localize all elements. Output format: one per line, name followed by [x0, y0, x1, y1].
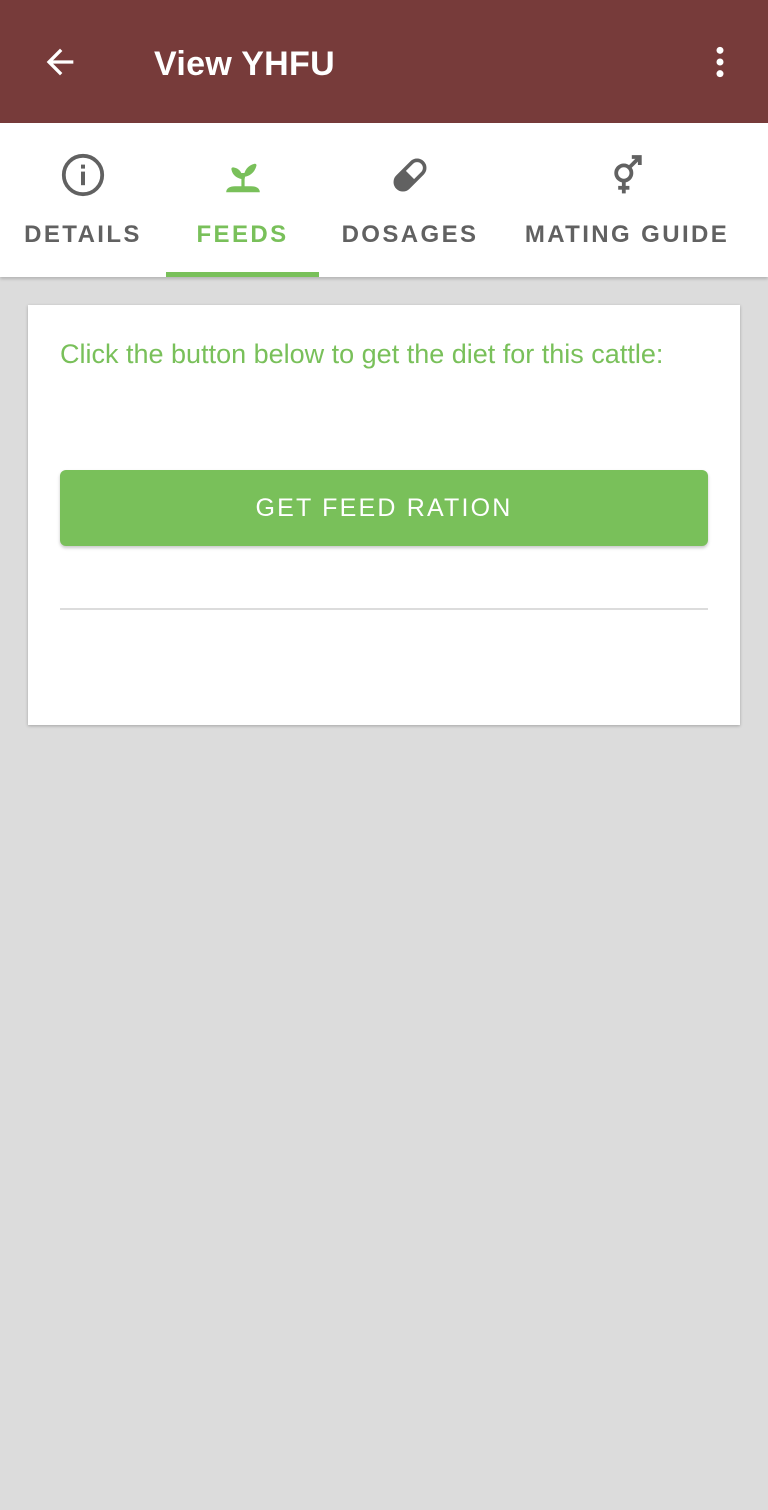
card-divider: [60, 608, 708, 610]
more-vert-icon: [716, 46, 724, 78]
tab-feeds-label: FEEDS: [196, 221, 289, 248]
page-title: View YHFU: [154, 45, 335, 83]
app-root: View YHFU DETAILS FEEDS DOSAGES MATING G…: [0, 0, 768, 1510]
pill-icon: [393, 158, 427, 192]
feed-prompt-text: Click the button below to get the diet f…: [60, 339, 664, 369]
feed-card: Click the button below to get the diet f…: [28, 305, 740, 725]
arrow-back-icon: [46, 48, 74, 76]
gender-icon: [614, 155, 642, 194]
tab-mating-guide-label: MATING GUIDE: [524, 221, 730, 248]
get-feed-ration-button[interactable]: GET FEED RATION: [60, 470, 708, 546]
back-button[interactable]: [28, 30, 92, 94]
tab-feeds[interactable]: FEEDS: [166, 123, 319, 277]
sprout-icon: [225, 163, 260, 193]
tab-dosages[interactable]: DOSAGES: [319, 123, 501, 277]
tab-bar: DETAILS FEEDS DOSAGES MATING GUIDE: [0, 123, 768, 277]
tab-dosages-label: DOSAGES: [341, 221, 479, 248]
info-icon: [61, 153, 105, 197]
tab-details[interactable]: DETAILS: [0, 123, 166, 277]
app-bar: View YHFU: [0, 0, 768, 123]
overflow-menu-button[interactable]: [688, 30, 752, 94]
active-tab-indicator: [166, 272, 319, 277]
tab-details-label: DETAILS: [24, 221, 142, 248]
tab-mating-guide[interactable]: MATING GUIDE: [501, 123, 753, 277]
